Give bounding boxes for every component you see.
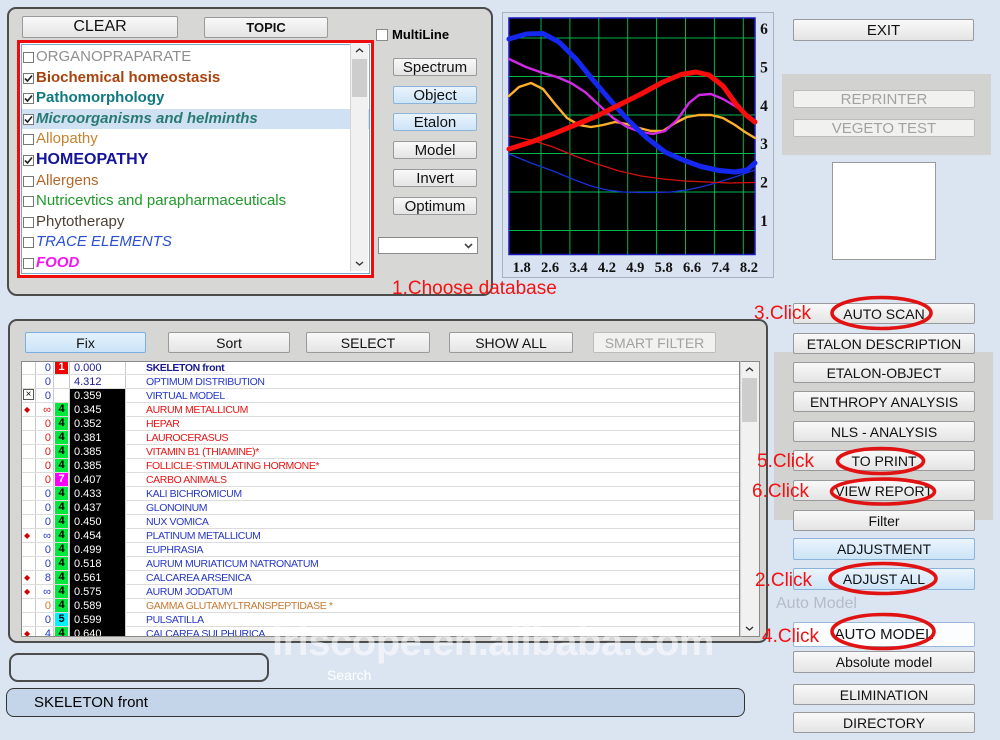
svg-text:6: 6 <box>760 21 768 38</box>
svg-text:3.4: 3.4 <box>569 260 587 276</box>
svg-text:2.6: 2.6 <box>541 260 559 276</box>
svg-text:5: 5 <box>760 59 768 76</box>
svg-text:4.9: 4.9 <box>626 260 644 276</box>
svg-text:5.8: 5.8 <box>655 260 673 276</box>
svg-text:6.6: 6.6 <box>683 260 701 276</box>
svg-text:1.8: 1.8 <box>513 260 531 276</box>
svg-text:1: 1 <box>760 213 768 230</box>
svg-text:4: 4 <box>760 98 768 115</box>
svg-text:3: 3 <box>760 136 768 153</box>
svg-text:7.4: 7.4 <box>711 260 729 276</box>
svg-text:4.2: 4.2 <box>598 260 616 276</box>
svg-text:2: 2 <box>760 175 768 192</box>
svg-text:8.2: 8.2 <box>740 260 758 276</box>
